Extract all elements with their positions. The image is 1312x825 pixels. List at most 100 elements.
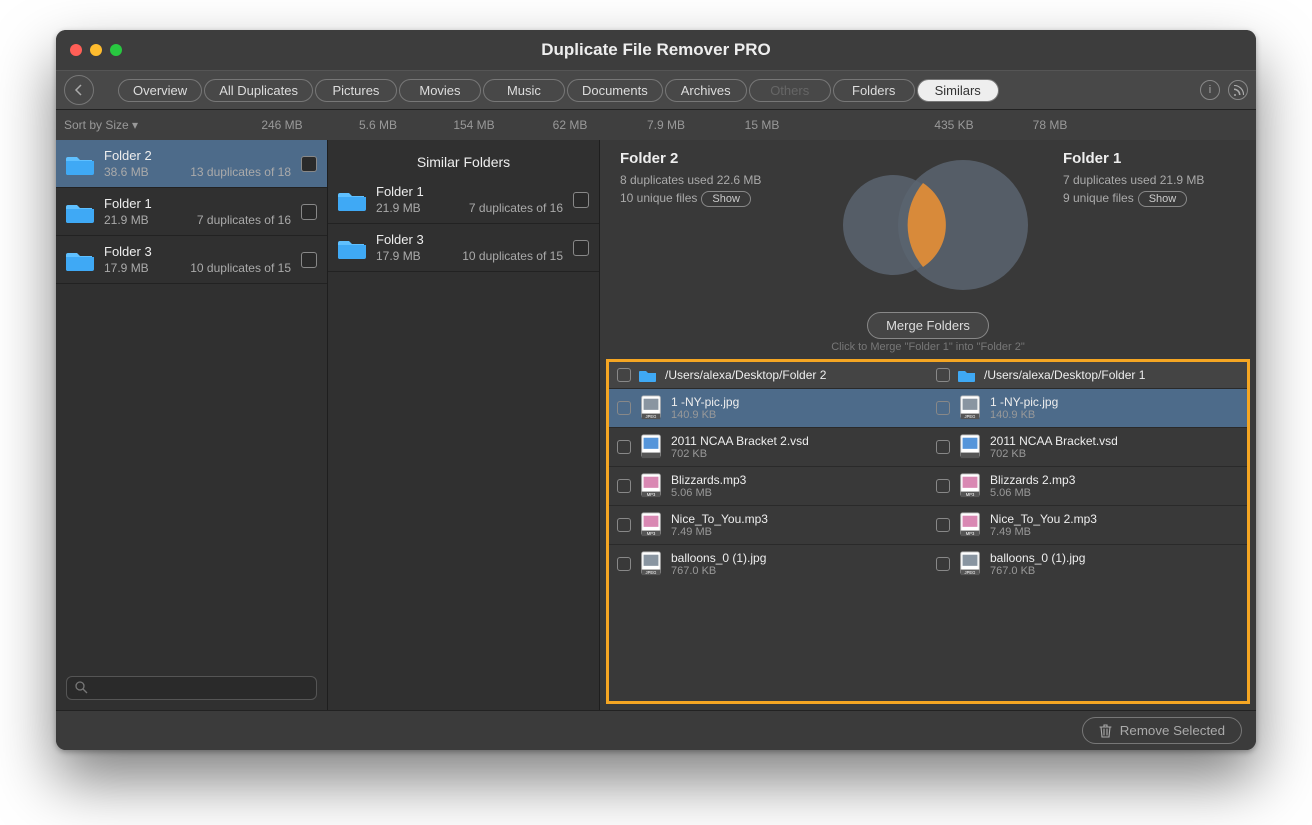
file-cell-left: JPEG1 -NY-pic.jpg140.9 KB (609, 389, 928, 427)
file-checkbox[interactable] (936, 440, 950, 454)
folder-name: Folder 2 (104, 148, 291, 163)
search-icon (74, 680, 88, 694)
file-size: 7.49 MB (990, 526, 1097, 538)
select-all-left-checkbox[interactable] (617, 368, 631, 382)
caret-down-icon: ▾ (132, 118, 138, 132)
tab-documents[interactable]: Documents (567, 79, 663, 102)
minimize-window-icon[interactable] (90, 44, 102, 56)
maximize-window-icon[interactable] (110, 44, 122, 56)
file-name: Blizzards 2.mp3 (990, 473, 1075, 487)
tab-all-duplicates[interactable]: All Duplicates (204, 79, 313, 102)
files-comparison-highlighted: /Users/alexa/Desktop/Folder 2 /Users/ale… (606, 359, 1250, 704)
file-cell-right: JPEG1 -NY-pic.jpg140.9 KB (928, 389, 1247, 427)
file-checkbox[interactable] (936, 401, 950, 415)
folder-item[interactable]: Folder 121.9 MB7 duplicates of 16 (56, 188, 327, 236)
file-cell-left: JPEG balloons_0 (1).jpg767.0 KB (609, 545, 928, 583)
folder-item[interactable]: Folder 317.9 MB10 duplicates of 15 (328, 224, 599, 272)
back-button[interactable] (64, 75, 94, 105)
svg-text:JPEG: JPEG (646, 570, 657, 575)
file-size: 7.49 MB (671, 526, 768, 538)
merge-folders-button[interactable]: Merge Folders (867, 312, 989, 339)
info-icon[interactable]: i (1200, 80, 1220, 100)
file-checkbox[interactable] (617, 440, 631, 454)
folder-checkbox[interactable] (301, 204, 317, 220)
folder-size: 17.9 MB (104, 261, 149, 275)
folder-size: 21.9 MB (104, 213, 149, 227)
search-input[interactable] (66, 676, 317, 700)
app-window: Duplicate File Remover PRO OverviewAll D… (56, 30, 1256, 750)
file-checkbox[interactable] (936, 518, 950, 532)
folder-name: Folder 1 (376, 184, 563, 199)
file-checkbox[interactable] (936, 479, 950, 493)
close-window-icon[interactable] (70, 44, 82, 56)
tab-similars[interactable]: Similars (917, 79, 999, 102)
tab-size-movies: 154 MB (426, 118, 522, 132)
tab-pictures[interactable]: Pictures (315, 79, 397, 102)
tab-size-music: 62 MB (522, 118, 618, 132)
tab-size-archives: 15 MB (714, 118, 810, 132)
file-checkbox[interactable] (936, 557, 950, 571)
file-row[interactable]: JPEG1 -NY-pic.jpg140.9 KBJPEG1 -NY-pic.j… (609, 388, 1247, 427)
file-checkbox[interactable] (617, 518, 631, 532)
folder-duplicates: 7 duplicates of 16 (197, 213, 291, 227)
footer: Remove Selected (56, 710, 1256, 750)
file-row[interactable]: MP3Blizzards.mp35.06 MBMP3Blizzards 2.mp… (609, 466, 1247, 505)
file-name: Blizzards.mp3 (671, 473, 746, 487)
show-left-unique-button[interactable]: Show (701, 191, 751, 207)
venn-left-title: Folder 2 (620, 150, 793, 167)
folder-item[interactable]: Folder 317.9 MB10 duplicates of 15 (56, 236, 327, 284)
svg-text:MP3: MP3 (647, 492, 656, 497)
venn-right-unique: 9 unique files (1063, 191, 1134, 205)
trash-icon (1099, 724, 1112, 738)
tab-size-pictures: 5.6 MB (330, 118, 426, 132)
venn-left-info: Folder 2 8 duplicates used 22.6 MB 10 un… (620, 150, 793, 211)
file-checkbox[interactable] (617, 557, 631, 571)
folder-item[interactable]: Folder 121.9 MB7 duplicates of 16 (328, 176, 599, 224)
file-size: 767.0 KB (671, 565, 766, 577)
tab-archives[interactable]: Archives (665, 79, 747, 102)
file-row[interactable]: 2011 NCAA Bracket 2.vsd702 KB2011 NCAA B… (609, 427, 1247, 466)
file-checkbox[interactable] (617, 479, 631, 493)
folder-duplicates: 13 duplicates of 18 (190, 165, 291, 179)
folder-size: 21.9 MB (376, 201, 421, 215)
tab-movies[interactable]: Movies (399, 79, 481, 102)
file-row[interactable]: JPEGballoons_0 (1).jpg767.0 KBJPEGballoo… (609, 544, 1247, 583)
folder-checkbox[interactable] (301, 156, 317, 172)
toolbar: OverviewAll DuplicatesPicturesMoviesMusi… (56, 70, 1256, 110)
tab-size-others (810, 118, 906, 132)
show-right-unique-button[interactable]: Show (1138, 191, 1188, 207)
file-checkbox[interactable] (617, 401, 631, 415)
svg-text:MP3: MP3 (966, 531, 975, 536)
venn-left-unique: 10 unique files (620, 191, 697, 205)
file-cell-left: MP3Nice_To_You.mp37.49 MB (609, 506, 928, 544)
venn-right-dup-line: 7 duplicates used 21.9 MB (1063, 173, 1236, 187)
folder-size: 17.9 MB (376, 249, 421, 263)
svg-text:JPEG: JPEG (965, 570, 976, 575)
path-right: /Users/alexa/Desktop/Folder 1 (984, 368, 1145, 382)
folder-checkbox[interactable] (573, 240, 589, 256)
rss-icon[interactable] (1228, 80, 1248, 100)
tab-overview[interactable]: Overview (118, 79, 202, 102)
sort-by-dropdown[interactable]: Sort by Size ▾ (64, 118, 174, 132)
file-name: balloons_0 (1).jpg (671, 551, 766, 565)
remove-selected-label: Remove Selected (1120, 723, 1225, 738)
file-size: 702 KB (990, 448, 1118, 460)
file-row[interactable]: MP3Nice_To_You.mp37.49 MBMP3Nice_To_You … (609, 505, 1247, 544)
file-size: 5.06 MB (671, 487, 746, 499)
tab-folders[interactable]: Folders (833, 79, 915, 102)
folder-name: Folder 3 (376, 232, 563, 247)
tab-size-documents: 7.9 MB (618, 118, 714, 132)
select-all-right-checkbox[interactable] (936, 368, 950, 382)
merge-hint: Click to Merge "Folder 1" into "Folder 2… (600, 341, 1256, 353)
folder-checkbox[interactable] (301, 252, 317, 268)
tab-music[interactable]: Music (483, 79, 565, 102)
folder-duplicates: 10 duplicates of 15 (190, 261, 291, 275)
path-header-right: /Users/alexa/Desktop/Folder 1 (928, 362, 1247, 388)
file-name: 2011 NCAA Bracket.vsd (990, 434, 1118, 448)
app-title: Duplicate File Remover PRO (56, 40, 1256, 60)
remove-selected-button[interactable]: Remove Selected (1082, 717, 1242, 744)
folder-size: 38.6 MB (104, 165, 149, 179)
folder-checkbox[interactable] (573, 192, 589, 208)
folder-item[interactable]: Folder 2 38.6 MB 13 duplicates of 18 (56, 140, 327, 188)
venn-right-title: Folder 1 (1063, 150, 1236, 167)
